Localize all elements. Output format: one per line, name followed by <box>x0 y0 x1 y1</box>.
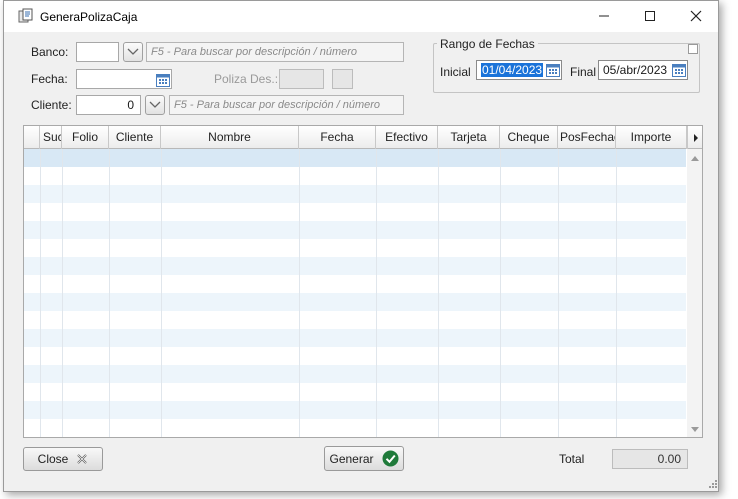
fecha-calendar-button[interactable] <box>155 71 171 88</box>
fecha-label: Fecha: <box>31 72 68 86</box>
close-window-button[interactable] <box>674 5 718 27</box>
cliente-label: Cliente: <box>31 98 72 112</box>
table-row[interactable] <box>24 149 686 167</box>
close-icon <box>690 10 702 22</box>
minimize-button[interactable] <box>582 5 626 27</box>
cliente-search-hint: F5 - Para buscar por descripción / númer… <box>169 95 404 115</box>
maximize-icon <box>645 11 655 21</box>
column-header-posfechado[interactable]: PosFechado <box>558 126 616 149</box>
resize-grip-icon[interactable] <box>708 479 718 489</box>
column-divider <box>299 149 300 437</box>
chevron-right-icon <box>693 133 698 142</box>
vertical-scrollbar[interactable] <box>687 149 703 437</box>
table-row[interactable] <box>24 329 686 347</box>
check-circle-icon <box>382 450 399 467</box>
scroll-down-icon[interactable] <box>687 424 703 436</box>
window-title: GeneraPolizaCaja <box>40 10 138 24</box>
banco-input[interactable] <box>76 42 119 62</box>
column-header-fecha[interactable]: Fecha <box>299 126 376 149</box>
calendar-icon <box>546 63 560 77</box>
banco-dropdown-button[interactable] <box>123 42 143 62</box>
banco-label: Banco: <box>31 45 69 59</box>
table-row[interactable] <box>24 185 686 203</box>
table-row[interactable] <box>24 293 686 311</box>
table-row[interactable] <box>24 239 686 257</box>
table-row[interactable] <box>24 383 686 401</box>
table-row[interactable] <box>24 221 686 239</box>
column-header-tarjeta[interactable]: Tarjeta <box>438 126 500 149</box>
table-row[interactable] <box>24 275 686 293</box>
column-divider <box>616 149 617 437</box>
column-divider <box>109 149 110 437</box>
column-divider <box>500 149 501 437</box>
close-button-label: Close <box>37 452 69 466</box>
table-row[interactable] <box>24 419 686 437</box>
table-row[interactable] <box>24 311 686 329</box>
final-calendar-button[interactable] <box>671 61 687 78</box>
column-header-cliente[interactable]: Cliente <box>109 126 161 149</box>
calendar-icon <box>156 73 170 87</box>
column-divider <box>161 149 162 437</box>
generar-button[interactable]: Generar <box>324 446 404 471</box>
table-row[interactable] <box>24 167 686 185</box>
row-indicator-header <box>24 126 40 149</box>
close-x-icon <box>77 454 88 464</box>
table-row[interactable] <box>24 401 686 419</box>
genera-poliza-caja-window: GeneraPolizaCaja Banco: F5 - Para buscar… <box>3 0 719 492</box>
cliente-input[interactable]: 0 <box>76 95 141 115</box>
column-divider <box>376 149 377 437</box>
table-row[interactable] <box>24 365 686 383</box>
poliza-des-label: Poliza Des.: <box>214 72 279 86</box>
grid-header: Suc Folio Cliente Nombre Fecha Efectivo … <box>24 126 702 149</box>
column-divider <box>40 149 41 437</box>
column-divider <box>62 149 63 437</box>
rango-fechas-title: Rango de Fechas <box>437 37 538 51</box>
close-button[interactable]: Close <box>23 447 103 471</box>
total-value: 0.00 <box>612 449 688 469</box>
final-label: Final <box>570 65 597 79</box>
column-header-folio[interactable]: Folio <box>62 126 109 149</box>
poliza-des-button <box>332 69 353 89</box>
grid-rows <box>24 149 686 437</box>
group-resize-handle[interactable] <box>688 44 698 54</box>
poliza-des-input <box>279 69 324 89</box>
table-row[interactable] <box>24 257 686 275</box>
column-header-suc[interactable]: Suc <box>40 126 62 149</box>
column-header-nombre[interactable]: Nombre <box>161 126 299 149</box>
app-icon <box>18 8 34 24</box>
column-header-importe[interactable]: Importe <box>616 126 687 149</box>
chevron-down-icon <box>149 101 161 108</box>
column-divider <box>438 149 439 437</box>
cliente-dropdown-button[interactable] <box>145 95 165 115</box>
inicial-date-value: 01/04/2023 <box>481 63 544 77</box>
chevron-down-icon <box>127 48 139 55</box>
scroll-columns-right-button[interactable] <box>687 126 702 149</box>
generar-button-label: Generar <box>329 451 374 466</box>
title-bar: GeneraPolizaCaja <box>4 1 718 32</box>
inicial-label: Inicial <box>440 65 471 79</box>
calendar-icon <box>672 63 686 77</box>
column-header-cheque[interactable]: Cheque <box>500 126 558 149</box>
minimize-icon <box>599 15 609 17</box>
maximize-button[interactable] <box>628 5 672 27</box>
banco-search-hint: F5 - Para buscar por descripción / númer… <box>146 42 404 62</box>
table-row[interactable] <box>24 203 686 221</box>
inicial-calendar-button[interactable] <box>545 61 561 78</box>
column-divider <box>558 149 559 437</box>
total-label: Total <box>559 452 585 466</box>
table-row[interactable] <box>24 347 686 365</box>
column-header-efectivo[interactable]: Efectivo <box>376 126 438 149</box>
polizas-grid[interactable]: Suc Folio Cliente Nombre Fecha Efectivo … <box>23 125 703 438</box>
scroll-up-icon[interactable] <box>687 152 703 164</box>
